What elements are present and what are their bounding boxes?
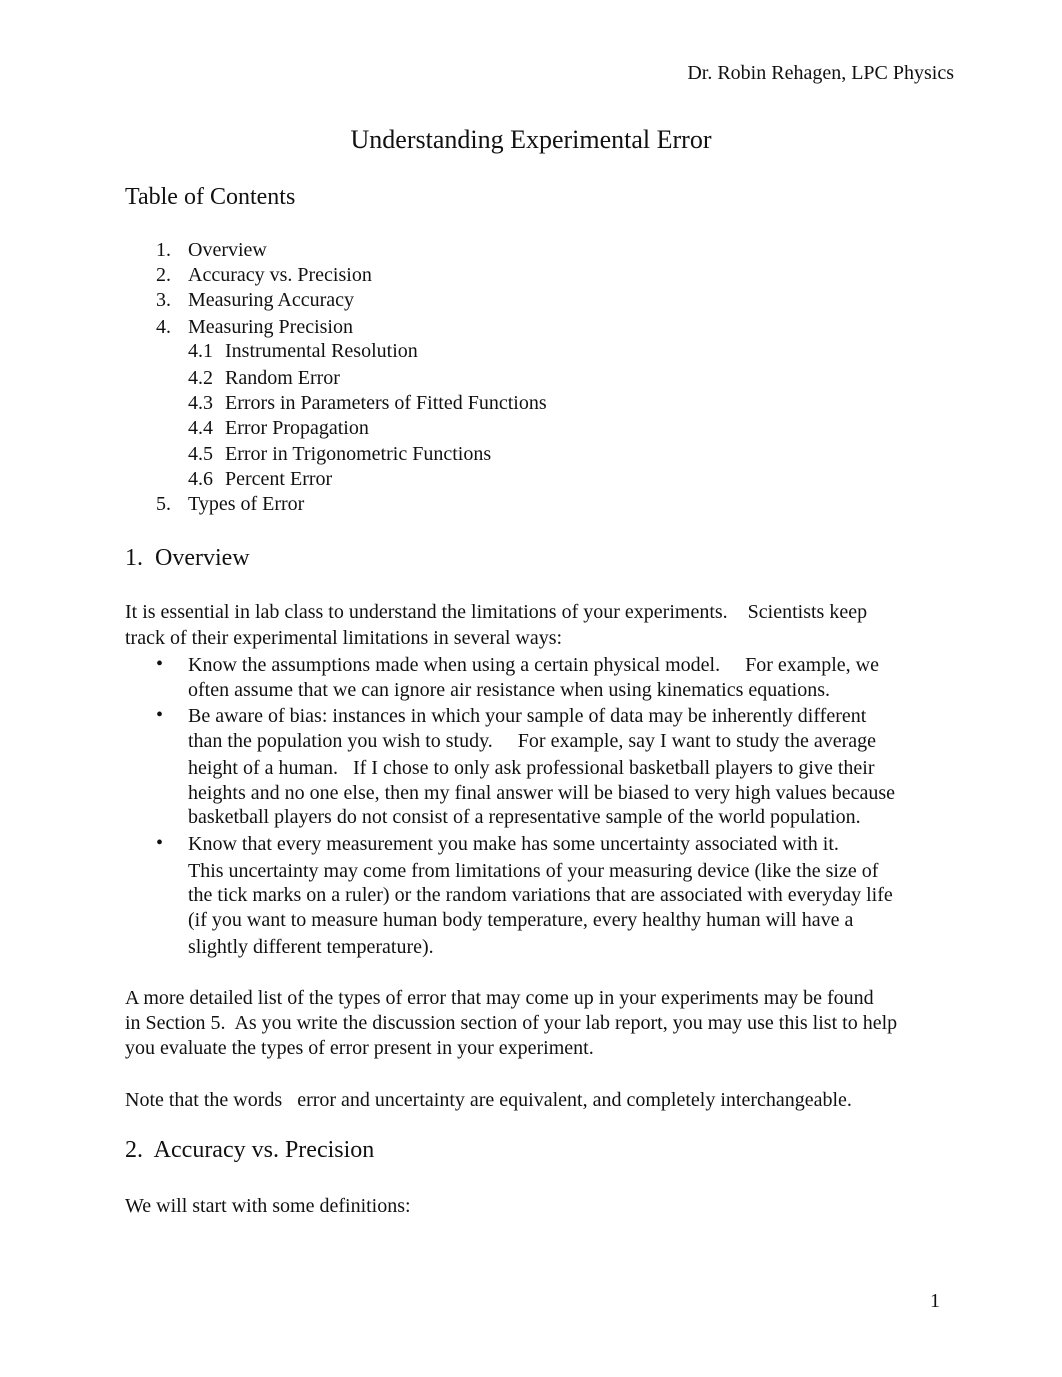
- bullet-icon: •: [156, 653, 164, 675]
- note-paragraph: Note that the words error and uncertaint…: [125, 1089, 852, 1111]
- bullet-line: Know the assumptions made when using a c…: [188, 654, 879, 676]
- page-number: 1: [930, 1290, 940, 1312]
- document-title: Understanding Experimental Error: [350, 125, 712, 154]
- paragraph-line: We will start with some definitions:: [125, 1195, 411, 1217]
- bullet-line: Know that every measurement you make has…: [188, 833, 839, 855]
- bullet-line: basketball players do not consist of a r…: [188, 806, 861, 828]
- bullet-line: height of a human. If I chose to only as…: [188, 757, 875, 779]
- toc-number: 5.: [156, 493, 171, 515]
- section-heading-overview: 1. Overview: [125, 545, 250, 571]
- paragraph-line: in Section 5. As you write the discussio…: [125, 1012, 898, 1034]
- toc-item-error-trig-functions[interactable]: Error in Trigonometric Functions: [225, 443, 491, 466]
- paragraph-line: you evaluate the types of error present …: [125, 1037, 594, 1059]
- toc-item-percent-error[interactable]: Percent Error: [225, 468, 332, 491]
- bullet-line: (if you want to measure human body tempe…: [188, 909, 854, 931]
- toc-heading: Table of Contents: [125, 184, 296, 210]
- bullet-line: This uncertainty may come from limitatio…: [188, 860, 879, 882]
- bullet-line: than the population you wish to study. F…: [188, 730, 877, 752]
- section-heading-accuracy-vs-precision: 2. Accuracy vs. Precision: [125, 1137, 375, 1163]
- toc-item-instrumental-resolution[interactable]: Instrumental Resolution: [225, 340, 418, 363]
- toc-item-overview[interactable]: Overview: [188, 239, 267, 262]
- toc-item-error-propagation[interactable]: Error Propagation: [225, 417, 369, 440]
- toc-number: 4.: [156, 316, 171, 338]
- paragraph-line: It is essential in lab class to understa…: [125, 601, 868, 623]
- paragraph-line: track of their experimental limitations …: [125, 627, 563, 649]
- bullet-line: the tick marks on a ruler) or the random…: [188, 884, 893, 906]
- toc-number: 4.2: [188, 367, 213, 389]
- bullet-line: often assume that we can ignore air resi…: [188, 679, 831, 701]
- toc-number: 2.: [156, 264, 171, 286]
- toc-number: 4.5: [188, 443, 213, 465]
- paragraph-line: A more detailed list of the types of err…: [125, 987, 874, 1009]
- toc-number: 4.6: [188, 468, 213, 490]
- bullet-icon: •: [156, 704, 164, 726]
- toc-item-measuring-accuracy[interactable]: Measuring Accuracy: [188, 289, 354, 312]
- toc-item-errors-fitted-functions[interactable]: Errors in Parameters of Fitted Functions: [225, 392, 547, 415]
- document-page: Dr. Robin Rehagen, LPC Physics Understan…: [0, 0, 1062, 1377]
- bullet-line: heights and no one else, then my final a…: [188, 782, 896, 804]
- toc-number: 3.: [156, 289, 171, 311]
- toc-number: 1.: [156, 239, 171, 261]
- toc-number: 4.1: [188, 340, 213, 362]
- bullet-line: Be aware of bias: instances in which you…: [188, 705, 867, 727]
- bullet-icon: •: [156, 832, 164, 854]
- author-header: Dr. Robin Rehagen, LPC Physics: [687, 62, 954, 84]
- toc-number: 4.3: [188, 392, 213, 414]
- bullet-line: slightly different temperature).: [188, 936, 434, 958]
- toc-item-measuring-precision[interactable]: Measuring Precision: [188, 316, 353, 339]
- toc-item-types-of-error[interactable]: Types of Error: [188, 493, 304, 516]
- toc-item-accuracy-vs-precision[interactable]: Accuracy vs. Precision: [188, 264, 372, 287]
- toc-number: 4.4: [188, 417, 213, 439]
- toc-item-random-error[interactable]: Random Error: [225, 367, 340, 390]
